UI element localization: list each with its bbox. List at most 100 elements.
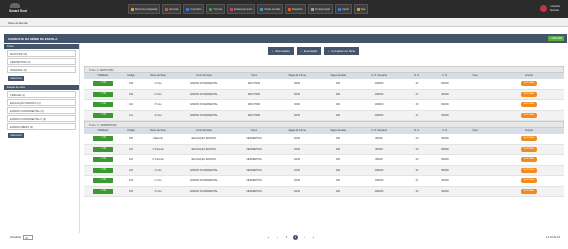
group-header[interactable]: Turno >> MATUTINO xyxy=(84,66,564,73)
table-row[interactable]: ✓ ON 109 2º Ano ENSINO FUNDAMENTAL MATUTINO 3… xyxy=(84,89,564,100)
column-header[interactable]: Curso da Série xyxy=(176,128,232,134)
table-row[interactable]: ✓ ON 103 1º Ano ENSINO FUNDAMENTAL VESPERTIN… xyxy=(84,165,564,176)
column-header[interactable]: Turno xyxy=(232,73,276,79)
column-header[interactable]: Turno xyxy=(232,128,276,134)
toggle-on-button[interactable]: ✓ ON xyxy=(93,102,113,108)
toggle-on-button[interactable]: ✓ ON xyxy=(93,146,113,152)
page-link[interactable]: » xyxy=(311,235,316,240)
nav-item-6[interactable]: Notas Gestão xyxy=(257,4,284,14)
column-header[interactable]: C. H. Semanal xyxy=(358,73,400,79)
nav-item-10[interactable]: Sair xyxy=(353,4,369,14)
column-header[interactable]: Acionar xyxy=(494,73,564,79)
table-row[interactable]: ✓ ON 101 1º Período EDUCAÇÃO INFANTIL VESPER… xyxy=(84,144,564,155)
nav-item-1[interactable]: Matrícula Adaptada xyxy=(128,4,161,14)
toggle-on-button[interactable]: ✓ ON xyxy=(93,188,113,194)
page-link[interactable]: 1 xyxy=(284,235,289,240)
user-menu[interactable]: Usuário Escola xyxy=(540,4,560,12)
toggle-on-button[interactable]: ✓ ON xyxy=(93,91,113,97)
toggle-on-button[interactable]: ✓ ON xyxy=(93,81,113,87)
column-header[interactable]: Vagas da Turma xyxy=(276,73,318,79)
app-logo[interactable]: Smart Scol xyxy=(9,3,31,14)
toggle-on-button[interactable]: ✓ ON xyxy=(93,157,113,163)
column-header[interactable]: Código xyxy=(122,73,140,79)
page-link[interactable]: « xyxy=(266,235,271,240)
action-button-1[interactable]: ▪ Informações xyxy=(268,47,294,55)
column-header[interactable]: Acionar xyxy=(494,128,564,134)
table-row[interactable]: ✓ ON 104 2º Ano ENSINO FUNDAMENTAL VESPERTIN… xyxy=(84,176,564,187)
action-button-2[interactable]: ▪ Exportação xyxy=(296,47,322,55)
sidebar-filter-item[interactable]: ENSINO MÉDIO (0) xyxy=(7,123,76,130)
acionar-button[interactable]: ACIONAR xyxy=(521,146,537,152)
nav-item-8[interactable]: Configuração xyxy=(307,4,334,14)
table-row[interactable]: ✓ ON 108 1º Ano ENSINO FUNDAMENTAL MATUTINO 3… xyxy=(84,79,564,90)
select-button[interactable]: Selecionar xyxy=(8,133,24,138)
acionar-button[interactable]: ACIONAR xyxy=(521,102,537,108)
table-row[interactable]: ✓ ON 102 2º Período EDUCAÇÃO INFANTIL VESPER… xyxy=(84,155,564,166)
nav-item-7[interactable]: Relatório xyxy=(285,4,306,14)
table-cell: ACIONAR xyxy=(494,91,564,97)
acionar-button[interactable]: ACIONAR xyxy=(521,188,537,194)
acionar-button[interactable]: ACIONAR xyxy=(521,81,537,87)
table-row[interactable]: ✓ ON 105 3º Ano ENSINO FUNDAMENTAL VESPERTIN… xyxy=(84,186,564,197)
toggle-on-button[interactable]: ✓ ON xyxy=(93,178,113,184)
toggle-on-button[interactable]: ✓ ON xyxy=(93,167,113,173)
page-link[interactable]: › xyxy=(302,235,307,240)
table-row[interactable]: ✓ ON 110 3º Ano ENSINO FUNDAMENTAL MATUTINO 3… xyxy=(84,100,564,111)
acionar-button[interactable]: ACIONAR xyxy=(521,91,537,97)
sidebar-filter-item[interactable]: ENSINO FUNDAMENTAL II (3) xyxy=(7,115,76,122)
table-cell: VESPERTINO xyxy=(246,158,262,162)
new-button[interactable]: + INCLUIR xyxy=(548,36,564,41)
acionar-button[interactable]: ACIONAR xyxy=(521,167,537,173)
sidebar-filter-item[interactable]: ENSINO FUNDAMENTAL (3) xyxy=(7,107,76,114)
page-link[interactable]: 2 xyxy=(293,235,298,240)
table-cell: 27 xyxy=(415,92,419,96)
column-header[interactable]: N. S. xyxy=(400,128,434,134)
table-cell: ACIONAR xyxy=(494,146,564,152)
column-header[interactable]: Área xyxy=(456,128,494,134)
table-cell: 109 xyxy=(129,92,133,96)
acionar-button[interactable]: ACIONAR xyxy=(521,136,537,142)
column-header[interactable]: Habilitado xyxy=(84,128,122,134)
report-icon xyxy=(288,7,292,11)
toggle-on-button[interactable]: ✓ ON xyxy=(93,136,113,142)
sidebar-filter-item[interactable]: MATUTINO (5) xyxy=(7,50,76,57)
column-header[interactable]: Habilitado xyxy=(84,73,122,79)
table-row[interactable]: ✓ ON 100 Maternal EDUCAÇÃO INFANTIL VESPERTI… xyxy=(84,134,564,145)
toggle-on-button[interactable]: ✓ ON xyxy=(93,112,113,118)
breadcrumb[interactable]: Série de Escola xyxy=(8,21,28,25)
table-cell: VESPERTINO xyxy=(246,137,262,141)
column-header[interactable]: Nome da Série xyxy=(140,128,176,134)
toggle-label: ON xyxy=(102,147,107,150)
sidebar-filter-item[interactable]: INTEGRAL (0) xyxy=(7,66,76,73)
acionar-button[interactable]: ACIONAR xyxy=(521,112,537,118)
page-size-select[interactable]: 10 xyxy=(23,235,34,240)
column-header[interactable]: C. H. Semanal xyxy=(358,128,400,134)
acionar-button[interactable]: ACIONAR xyxy=(521,157,537,163)
table-cell: EDUCAÇÃO INFANTIL xyxy=(191,147,217,151)
column-header[interactable]: C. H. xyxy=(434,73,456,79)
column-header[interactable]: Nome da Série xyxy=(140,73,176,79)
column-header[interactable]: Vagas da Turma xyxy=(276,128,318,134)
column-header[interactable]: Vaga Liberada xyxy=(318,128,358,134)
sidebar-filter-item[interactable]: EDUCAÇÃO INFANTIL (2) xyxy=(7,99,76,106)
nav-item-4[interactable]: Turmas xyxy=(206,4,226,14)
column-header[interactable]: Código xyxy=(122,128,140,134)
column-header[interactable]: Área xyxy=(456,73,494,79)
nav-item-5[interactable]: Endereçamento xyxy=(227,4,256,14)
column-header[interactable]: N. S. xyxy=(400,73,434,79)
nav-item-2[interactable]: Escolas xyxy=(162,4,182,14)
acionar-button[interactable]: ACIONAR xyxy=(521,178,537,184)
page-link[interactable]: ‹ xyxy=(275,235,280,240)
group-header[interactable]: Turno >> VESPERTINO xyxy=(84,121,564,128)
column-header[interactable]: Vaga Liberada xyxy=(318,73,358,79)
table-row[interactable]: ✓ ON 111 4º Ano ENSINO FUNDAMENTAL MATUTINO 3… xyxy=(84,110,564,121)
table-cell: ✓ ON xyxy=(84,102,122,108)
action-button-3[interactable]: ▪ Completar em Série xyxy=(324,47,360,55)
sidebar-filter-item[interactable]: VESPERTINO (4) xyxy=(7,58,76,65)
nav-item-3[interactable]: Conselho xyxy=(183,4,205,14)
column-header[interactable]: Curso da Série xyxy=(176,73,232,79)
sidebar-filter-item[interactable]: CRECHE (1) xyxy=(7,91,76,98)
nav-item-9[interactable]: Ajuda xyxy=(335,4,352,14)
select-button[interactable]: Selecionar xyxy=(8,76,24,81)
column-header[interactable]: C. H. xyxy=(434,128,456,134)
